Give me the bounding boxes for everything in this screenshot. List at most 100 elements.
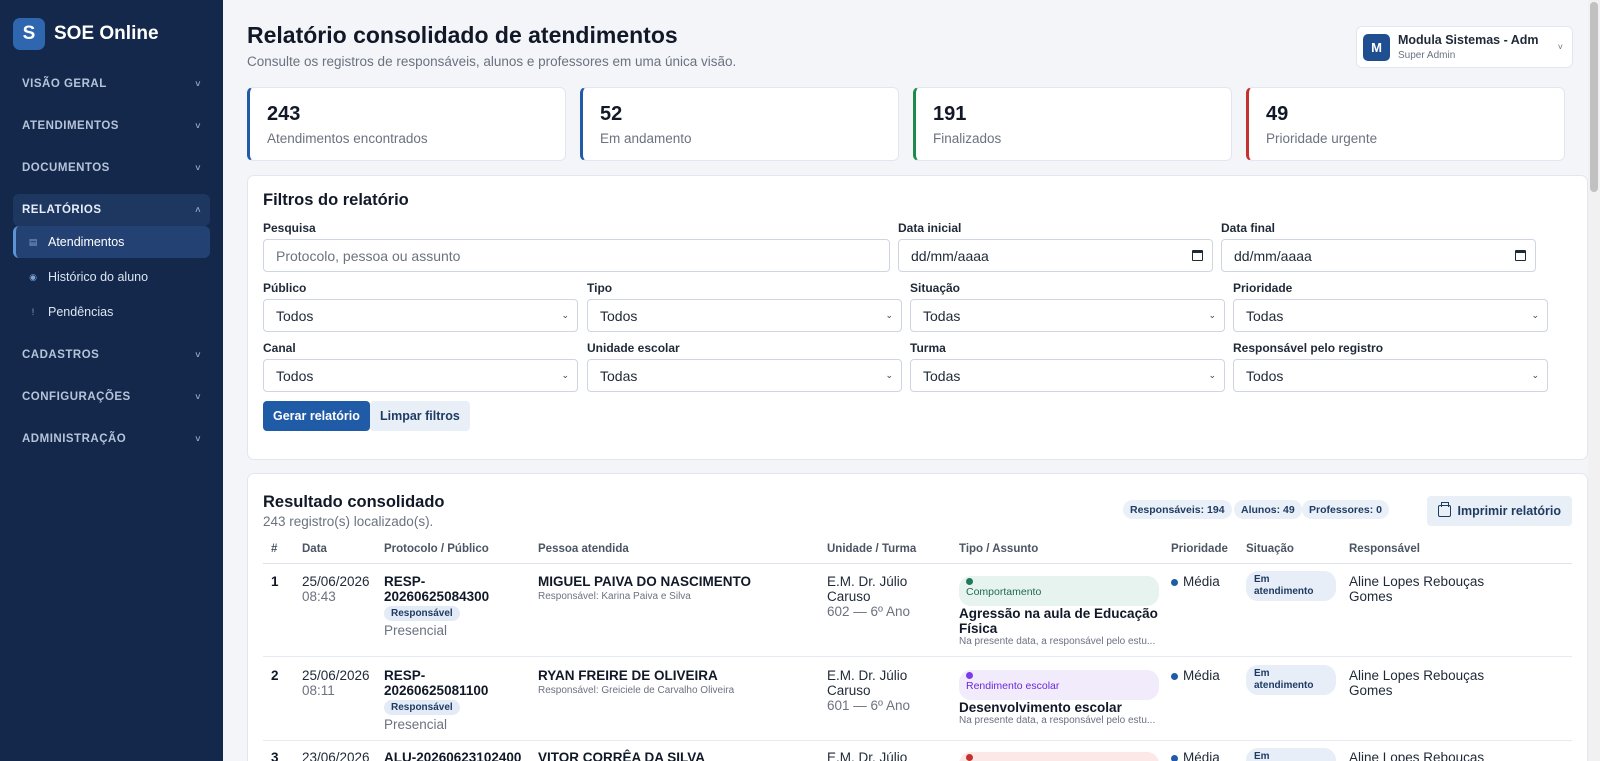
- turma-value: Todas: [923, 367, 961, 384]
- prioridade-select[interactable]: Todas ⌄: [1233, 299, 1548, 332]
- printer-icon: [1437, 502, 1451, 517]
- row-person: VITOR CORRÊA DA SILVA: [538, 750, 706, 761]
- avatar: M: [1363, 33, 1390, 61]
- subject-line: Agressão na aula de Educação: [959, 606, 1158, 621]
- category-badge: Rendimento escolar: [959, 670, 1159, 700]
- turma-select[interactable]: Todas ⌄: [910, 359, 1225, 392]
- row-number: 1: [271, 574, 279, 589]
- unit-line: Caruso: [827, 589, 871, 604]
- protocol-line: RESP-: [384, 668, 426, 683]
- subject-summary: Na presente data, a responsável pelo est…: [959, 715, 1156, 726]
- row-subject: Rendimento escolar Desenvolvimento escol…: [959, 667, 1159, 726]
- publico-label: Público: [263, 281, 307, 295]
- subject-line: Física: [959, 621, 998, 636]
- row-date: 25/06/2026 08:11: [302, 668, 370, 698]
- nav-section-visao-geral[interactable]: VISÃO GERAL ˅: [13, 68, 210, 100]
- situacao-label: Situação: [910, 281, 961, 295]
- column-header: Responsável: [1349, 543, 1420, 555]
- nav-section-label: CONFIGURAÇÕES: [22, 391, 131, 403]
- canal-select[interactable]: Todos ⌄: [263, 359, 578, 392]
- results-card: Resultado consolidado 243 registro(s) lo…: [247, 473, 1588, 761]
- user-info: Modula Sistemas - Adm Super Admin: [1398, 33, 1539, 61]
- nav-section-documentos[interactable]: DOCUMENTOS ˅: [13, 152, 210, 184]
- main-content: Relatório consolidado de atendimentos Co…: [223, 0, 1588, 761]
- calendar-icon[interactable]: [1192, 250, 1203, 261]
- nav-section-label: CADASTROS: [22, 349, 100, 361]
- row-number: 3: [271, 750, 279, 761]
- column-header: Pessoa atendida: [538, 543, 629, 555]
- row-date: 25/06/2026 08:43: [302, 574, 370, 604]
- row-status: Em atendimento: [1246, 571, 1336, 601]
- count-badge-alunos: Alunos: 49: [1234, 500, 1302, 519]
- prioridade-label: Prioridade: [1233, 281, 1293, 295]
- column-header: Data: [302, 543, 327, 555]
- protocol-line: RESP-: [384, 574, 426, 589]
- page-scrollbar[interactable]: [1588, 0, 1600, 761]
- brand[interactable]: S SOE Online: [0, 0, 223, 68]
- priority-value: Média: [1183, 668, 1220, 683]
- clear-filters-button[interactable]: Limpar filtros: [370, 401, 470, 431]
- row-protocol: RESP- 20260625081100 Responsável Presenc…: [384, 668, 488, 732]
- date-end-label: Data final: [1221, 221, 1276, 235]
- date-start-input[interactable]: dd/mm/aaaa: [898, 239, 1213, 272]
- print-report-button[interactable]: Imprimir relatório: [1426, 496, 1572, 526]
- user-menu[interactable]: M Modula Sistemas - Adm Super Admin ˅: [1356, 26, 1573, 68]
- generate-report-button[interactable]: Gerar relatório: [263, 401, 370, 431]
- row-status: Em: [1246, 747, 1336, 761]
- filters-title: Filtros do relatório: [263, 191, 409, 209]
- nav-section-label: VISÃO GERAL: [22, 78, 107, 90]
- divider: [263, 656, 1572, 657]
- tipo-select[interactable]: Todos ⌄: [587, 299, 902, 332]
- nav-section-cadastros[interactable]: CADASTROS ˅: [13, 339, 210, 371]
- date-value: 25/06/2026: [302, 574, 370, 589]
- priority-dot: [1171, 578, 1178, 586]
- calendar-icon[interactable]: [1515, 250, 1526, 261]
- unit-line: Caruso: [827, 683, 871, 698]
- chevron-down-icon: ⌄: [561, 310, 569, 320]
- row-subject: Comportamento Agressão na aula de Educaç…: [959, 573, 1159, 647]
- tipo-label: Tipo: [587, 281, 613, 295]
- user-name: Modula Sistemas - Adm: [1398, 33, 1539, 47]
- situacao-select[interactable]: Todas ⌄: [910, 299, 1225, 332]
- alert-icon: !: [31, 307, 35, 317]
- search-input[interactable]: Protocolo, pessoa ou assunto: [263, 239, 890, 272]
- user-role: Super Admin: [1398, 50, 1456, 61]
- priority-value: Média: [1183, 750, 1220, 761]
- situacao-value: Todas: [923, 307, 961, 324]
- time-value: 08:43: [302, 589, 336, 604]
- status-badge: Em atendimento: [1246, 571, 1336, 601]
- date-value: 25/06/2026: [302, 668, 370, 683]
- unidade-select[interactable]: Todas ⌄: [587, 359, 902, 392]
- column-header: Situação: [1246, 543, 1294, 555]
- date-start-value: dd/mm/aaaa: [911, 247, 989, 264]
- publico-select[interactable]: Todos ⌄: [263, 299, 578, 332]
- publico-value: Todos: [276, 307, 314, 324]
- responsavel-select[interactable]: Todos ⌄: [1233, 359, 1548, 392]
- chevron-down-icon: ⌄: [1531, 310, 1539, 320]
- nav-section-configuracoes[interactable]: CONFIGURAÇÕES ˅: [13, 381, 210, 413]
- sidebar: S SOE Online VISÃO GERAL ˅ ATENDIMENTOS …: [0, 0, 223, 761]
- nav-section-label: RELATÓRIOS: [22, 204, 102, 216]
- nav-section-atendimentos[interactable]: ATENDIMENTOS ˅: [13, 110, 210, 142]
- nav-section-administracao[interactable]: ADMINISTRAÇÃO ˅: [13, 423, 210, 455]
- subject-line: Desenvolvimento escolar: [959, 700, 1122, 715]
- stat-label: Em andamento: [600, 131, 692, 146]
- sidebar-item-atendimentos[interactable]: ▤ Atendimentos: [13, 226, 210, 258]
- chevron-down-icon: ⌄: [1208, 370, 1216, 380]
- sidebar-item-pendencias[interactable]: ! Pendências: [13, 296, 210, 328]
- nav-section-label: ATENDIMENTOS: [22, 120, 119, 132]
- channel-value: Presencial: [384, 623, 448, 638]
- print-label: Imprimir relatório: [1457, 504, 1562, 518]
- responsible-line: Aline Lopes Rebouças: [1349, 668, 1485, 683]
- sidebar-item-label: Atendimentos: [48, 235, 125, 249]
- status-badge: Em atendimento: [1246, 665, 1336, 695]
- nav-section-label: DOCUMENTOS: [22, 162, 110, 174]
- priority-dot: [1171, 672, 1178, 680]
- nav-section-relatorios[interactable]: RELATÓRIOS ˄: [13, 194, 210, 226]
- status-line: Em: [1254, 668, 1270, 679]
- stat-value: 52: [600, 103, 623, 125]
- sidebar-item-historico-aluno[interactable]: ◉ Histórico do aluno: [13, 261, 210, 293]
- date-end-input[interactable]: dd/mm/aaaa: [1221, 239, 1536, 272]
- row-status: Em atendimento: [1246, 665, 1336, 695]
- scrollbar-thumb[interactable]: [1590, 2, 1598, 192]
